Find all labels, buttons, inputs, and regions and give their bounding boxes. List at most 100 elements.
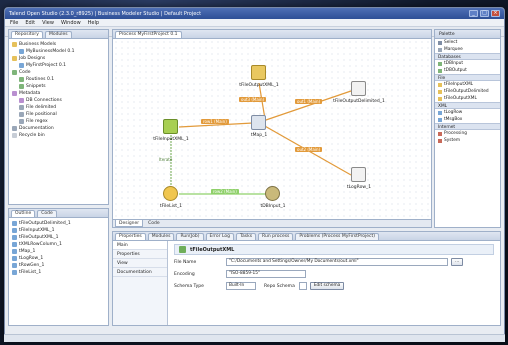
outline-item[interactable]: tFileOutputDelimited_1 [12,220,105,227]
palette-category[interactable]: XML [435,102,500,109]
repository-node[interactable]: Job Designs [12,55,105,62]
tab-designer[interactable]: Designer [115,220,144,227]
link-label-main: row1 (Main) [201,119,229,124]
tab-properties-1[interactable]: Modules [147,233,175,240]
close-icon[interactable]: × [491,10,500,17]
vertical-tab[interactable]: View [113,259,167,268]
edit-schema-button[interactable]: Edit schema [309,282,345,290]
encoding-label: Encoding [174,271,195,277]
repository-node[interactable]: File positional [12,111,105,118]
job-designer: Process MyFirstProject 0.1 tFileInputXML… [112,29,432,228]
vertical-tab[interactable]: Documentation [113,268,167,277]
palette-category[interactable]: File [435,74,500,81]
palette-item-label: tDBInput [444,61,464,66]
window-title: Talend Open Studio (2.3.0_r8925) | Busin… [9,10,202,17]
outline-item[interactable]: tXMLRowColumn_1 [12,241,105,248]
menu-help[interactable]: Help [88,20,99,26]
tmap-label: tMap_1 [250,133,268,138]
repository-node[interactable]: File regex [12,118,105,125]
repository-node[interactable]: MyBusinessModel 0.1 [12,48,105,55]
tab-properties-0[interactable]: Properties [115,233,146,240]
job-icon [19,49,24,54]
schema-select[interactable]: Built-In [226,282,256,290]
tab-properties-5[interactable]: Run process [258,233,294,240]
menu-view[interactable]: View [42,20,54,26]
tab-repository[interactable]: Repository [11,31,43,38]
repository-node[interactable]: File delimited [12,104,105,111]
tab-outline[interactable]: Outline [11,210,36,217]
tab-properties-2[interactable]: Run(Job) [176,233,204,240]
tab-properties-4[interactable]: Tasks [235,233,257,240]
palette-item[interactable]: tDBOutput [435,67,500,74]
repository-node[interactable]: Business Models [12,41,105,48]
vertical-tab[interactable]: Properties [113,250,167,259]
link-out1[interactable] [262,90,352,122]
repository-node[interactable]: Routines 0.1 [12,76,105,83]
design-canvas[interactable]: tFileInputXML_1 tMap_1 tFileOutputXML_1 … [113,39,431,219]
palette-category[interactable]: Databases [435,53,500,60]
tfileinputxml-icon[interactable] [163,119,178,134]
doc-icon [19,119,24,124]
repository-node[interactable]: Metadata [12,90,105,97]
encoding-field[interactable]: "ISO-8859-15" [226,270,306,278]
palette-tool-marquee[interactable]: Marquee [435,46,500,53]
tmap-icon[interactable] [251,115,266,130]
tab-modules[interactable]: Modules [44,31,72,38]
palette-item[interactable]: Processing [435,130,500,137]
tdbinput-icon[interactable] [265,186,280,201]
tfilelist-icon[interactable] [163,186,178,201]
palette-panel: Palette Select Marquee Databases tDBInput… [434,29,501,228]
filename-row: File Name "C:/Documents and Settings/Own… [174,257,494,267]
repository-node[interactable]: Snippets [12,83,105,90]
tab-process[interactable]: Process MyFirstProject 0.1 [115,31,182,38]
palette-tool-select[interactable]: Select [435,39,500,46]
maximize-icon[interactable]: □ [480,10,489,17]
link-label-out3: out3 (Main) [239,97,267,102]
doc-icon [19,112,24,117]
toutputdelimited-icon[interactable] [351,81,366,96]
repository-node[interactable]: Code [12,69,105,76]
tab-properties-3[interactable]: Error Log [205,233,234,240]
repository-node[interactable]: DB Connections [12,97,105,104]
palette-item[interactable]: tDBInput [435,60,500,67]
tab-properties-6[interactable]: Problems (Process MyFirstProject) [295,233,380,240]
tfileoutputxml-icon[interactable] [251,65,266,80]
repository-node[interactable]: MyFirstProject 0.1 [12,62,105,69]
outline-item[interactable]: tFileOutputXML_1 [12,234,105,241]
palette-item[interactable]: tMsgBox [435,116,500,123]
outline-item[interactable]: tFileInputXML_1 [12,227,105,234]
repository-node[interactable]: Recycle bin [12,132,105,139]
repository-node[interactable]: Documentation [12,125,105,132]
outline-item[interactable]: tMap_1 [12,248,105,255]
palette-item[interactable]: tLogRow [435,109,500,116]
palette-item[interactable]: tFileOutputDelimited [435,88,500,95]
tab-code[interactable]: Code [37,210,57,217]
palette-item[interactable]: System [435,137,500,144]
toutputdelimited-label: tFileOutputDelimited_1 [333,99,385,104]
tab-code-view[interactable]: Code [145,220,163,227]
palette-item[interactable]: tFileOutputXML [435,95,500,102]
palette-item[interactable]: tFileInputXML [435,81,500,88]
menu-file[interactable]: File [10,20,18,26]
component-icon [12,270,17,275]
browse-button[interactable]: … [451,258,464,266]
tlogrow-icon[interactable] [351,167,366,182]
outline-item[interactable]: tFileList_1 [12,269,105,276]
outline-tree: tFileOutputDelimited_1 tFileInputXML_1 tFi… [9,218,108,278]
component-icon [438,138,442,143]
outline-item-label: tFileOutputXML_1 [19,235,59,240]
meta-icon [19,98,24,103]
repository-panel: Repository Modules Business Models MyBusi… [8,29,109,205]
menu-window[interactable]: Window [61,20,81,26]
component-icon [438,82,442,87]
palette-category[interactable]: Internet [435,123,500,130]
outline-item[interactable]: tLogRow_1 [12,255,105,262]
repo-schema-checkbox[interactable] [298,282,307,290]
outline-item-label: tFileOutputDelimited_1 [19,221,71,226]
minimize-icon[interactable]: _ [469,10,478,17]
menu-edit[interactable]: Edit [25,20,35,26]
folder-icon [12,42,17,47]
filename-field[interactable]: "C:/Documents and Settings/Owner/My Docu… [226,258,448,266]
vertical-tab[interactable]: Main [113,241,167,250]
outline-item[interactable]: tRowGen_1 [12,262,105,269]
